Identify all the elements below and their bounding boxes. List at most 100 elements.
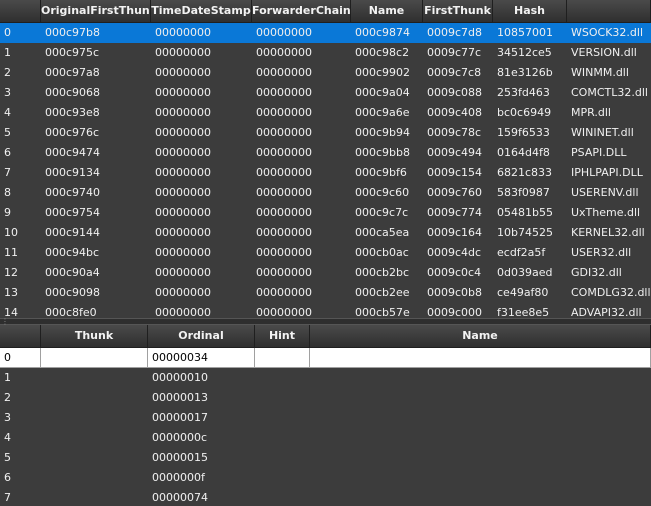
import-row[interactable]: 12 000c90a4 00000000 00000000 000cb2bc 0009c0…	[0, 263, 651, 283]
import-cell-time-date-stamp: 00000000	[155, 226, 211, 239]
import-cell-first-thunk: 0009c7c8	[427, 66, 482, 79]
column-header-ordinal[interactable]: Ordinal	[148, 325, 255, 348]
column-header-first-thunk[interactable]: FirstThunk	[423, 0, 493, 23]
import-cell-original-first-thunk: 000c97a8	[45, 66, 100, 79]
import-row[interactable]: 11 000c94bc 00000000 00000000 000cb0ac 0009c4…	[0, 243, 651, 263]
column-header-index[interactable]	[0, 0, 41, 23]
import-cell-original-first-thunk: 000c9474	[45, 146, 101, 159]
import-cell-hash: 34512ce5	[497, 46, 552, 59]
function-cell-index: 0	[0, 348, 41, 368]
function-cell-ordinal: 00000017	[152, 411, 208, 424]
functions-table-header: Thunk Ordinal Hint Name	[0, 325, 651, 348]
function-row[interactable]: 1 00000010	[0, 368, 651, 388]
import-row[interactable]: 14 000c8fe0 00000000 00000000 000cb57e 0009c0…	[0, 303, 651, 318]
column-header-original-first-thunk[interactable]: OriginalFirstThunk	[41, 0, 151, 23]
import-cell-time-date-stamp: 00000000	[155, 286, 211, 299]
import-cell-time-date-stamp: 00000000	[155, 106, 211, 119]
import-cell-first-thunk: 0009c408	[427, 106, 483, 119]
column-header-hint[interactable]: Hint	[255, 325, 310, 348]
functions-table[interactable]: Thunk Ordinal Hint Name 0 00000034 1 00000010 2…	[0, 325, 651, 506]
import-cell-dll-name: COMDLG32.dll	[571, 286, 651, 299]
import-cell-name: 000cb2bc	[355, 266, 410, 279]
import-cell-original-first-thunk: 000c93e8	[45, 106, 100, 119]
column-header-thunk[interactable]: Thunk	[41, 325, 148, 348]
column-header-name[interactable]: Name	[310, 325, 651, 348]
column-header-index[interactable]	[0, 325, 41, 348]
function-cell-hint	[255, 428, 310, 448]
function-row[interactable]: 2 00000013	[0, 388, 651, 408]
import-cell-index: 9	[4, 206, 11, 219]
function-row[interactable]: 0 00000034	[0, 348, 651, 368]
function-cell-thunk	[41, 468, 148, 488]
import-cell-forwarder-chain: 00000000	[256, 146, 312, 159]
function-row[interactable]: 7 00000074	[0, 488, 651, 506]
column-header-hash[interactable]: Hash	[493, 0, 567, 23]
import-cell-original-first-thunk: 000c8fe0	[45, 306, 97, 318]
import-row[interactable]: 9 000c9754 00000000 00000000 000c9c7c 0009c77…	[0, 203, 651, 223]
import-row[interactable]: 13 000c9098 00000000 00000000 000cb2ee 0009c0…	[0, 283, 651, 303]
function-cell-name	[310, 448, 651, 468]
import-cell-name: 000c9902	[355, 66, 411, 79]
import-cell-time-date-stamp: 00000000	[155, 86, 211, 99]
column-header-forwarder-chain[interactable]: ForwarderChain	[252, 0, 351, 23]
splitter-grip-icon: ⋮	[1, 317, 9, 326]
import-row[interactable]: 3 000c9068 00000000 00000000 000c9a04 0009c08…	[0, 83, 651, 103]
import-row[interactable]: 2 000c97a8 00000000 00000000 000c9902 0009c7c…	[0, 63, 651, 83]
import-cell-name: 000c9874	[355, 26, 411, 39]
import-cell-name: 000c98c2	[355, 46, 410, 59]
import-cell-dll-name: WINMM.dll	[571, 66, 629, 79]
function-cell-hint	[255, 488, 310, 506]
import-cell-name: 000c9c60	[355, 186, 410, 199]
function-row[interactable]: 3 00000017	[0, 408, 651, 428]
import-cell-original-first-thunk: 000c9144	[45, 226, 101, 239]
column-header-dll-name[interactable]	[567, 0, 651, 23]
function-row[interactable]: 4 0000000c	[0, 428, 651, 448]
function-row[interactable]: 5 00000015	[0, 448, 651, 468]
function-cell-index: 4	[4, 431, 11, 444]
import-row[interactable]: 0 000c97b8 00000000 00000000 000c9874 0009c7d…	[0, 23, 651, 43]
function-cell-name	[310, 388, 651, 408]
function-cell-hint	[255, 468, 310, 488]
import-row[interactable]: 7 000c9134 00000000 00000000 000c9bf6 0009c15…	[0, 163, 651, 183]
import-cell-name: 000cb0ac	[355, 246, 409, 259]
function-cell-hint	[255, 448, 310, 468]
import-cell-forwarder-chain: 00000000	[256, 126, 312, 139]
import-cell-first-thunk: 0009c154	[427, 166, 483, 179]
import-cell-forwarder-chain: 00000000	[256, 286, 312, 299]
import-row[interactable]: 8 000c9740 00000000 00000000 000c9c60 0009c76…	[0, 183, 651, 203]
function-cell-name	[310, 348, 651, 368]
function-cell-name	[310, 488, 651, 506]
import-cell-hash: 05481b55	[497, 206, 553, 219]
import-cell-first-thunk: 0009c77c	[427, 46, 482, 59]
import-cell-first-thunk: 0009c0b8	[427, 286, 483, 299]
function-cell-index: 2	[4, 391, 11, 404]
import-cell-index: 3	[4, 86, 11, 99]
import-cell-time-date-stamp: 00000000	[155, 206, 211, 219]
pane-splitter[interactable]: ⋮	[0, 317, 651, 326]
column-header-name[interactable]: Name	[351, 0, 423, 23]
function-cell-thunk	[41, 388, 148, 408]
import-row[interactable]: 1 000c975c 00000000 00000000 000c98c2 0009c77…	[0, 43, 651, 63]
import-row[interactable]: 5 000c976c 00000000 00000000 000c9b94 0009c78…	[0, 123, 651, 143]
function-cell-thunk	[41, 408, 148, 428]
import-cell-name: 000c9a6e	[355, 106, 410, 119]
import-cell-forwarder-chain: 00000000	[256, 186, 312, 199]
import-cell-hash: 10b74525	[497, 226, 553, 239]
import-row[interactable]: 10 000c9144 00000000 00000000 000ca5ea 0009c1…	[0, 223, 651, 243]
function-cell-hint	[255, 388, 310, 408]
imports-table-header: OriginalFirstThunk TimeDateStamp Forwarder…	[0, 0, 651, 23]
import-cell-hash: 253fd463	[497, 86, 550, 99]
function-row[interactable]: 6 0000000f	[0, 468, 651, 488]
function-cell-ordinal: 00000074	[152, 491, 208, 504]
function-cell-index: 6	[4, 471, 11, 484]
function-cell-index: 7	[4, 491, 11, 504]
imports-table[interactable]: OriginalFirstThunk TimeDateStamp Forwarder…	[0, 0, 651, 318]
import-cell-index: 8	[4, 186, 11, 199]
column-header-time-date-stamp[interactable]: TimeDateStamp	[151, 0, 252, 23]
function-cell-index: 5	[4, 451, 11, 464]
import-row[interactable]: 6 000c9474 00000000 00000000 000c9bb8 0009c49…	[0, 143, 651, 163]
import-row[interactable]: 4 000c93e8 00000000 00000000 000c9a6e 0009c40…	[0, 103, 651, 123]
import-cell-name: 000cb57e	[355, 306, 410, 318]
import-cell-forwarder-chain: 00000000	[256, 106, 312, 119]
import-cell-dll-name: PSAPI.DLL	[571, 146, 627, 159]
